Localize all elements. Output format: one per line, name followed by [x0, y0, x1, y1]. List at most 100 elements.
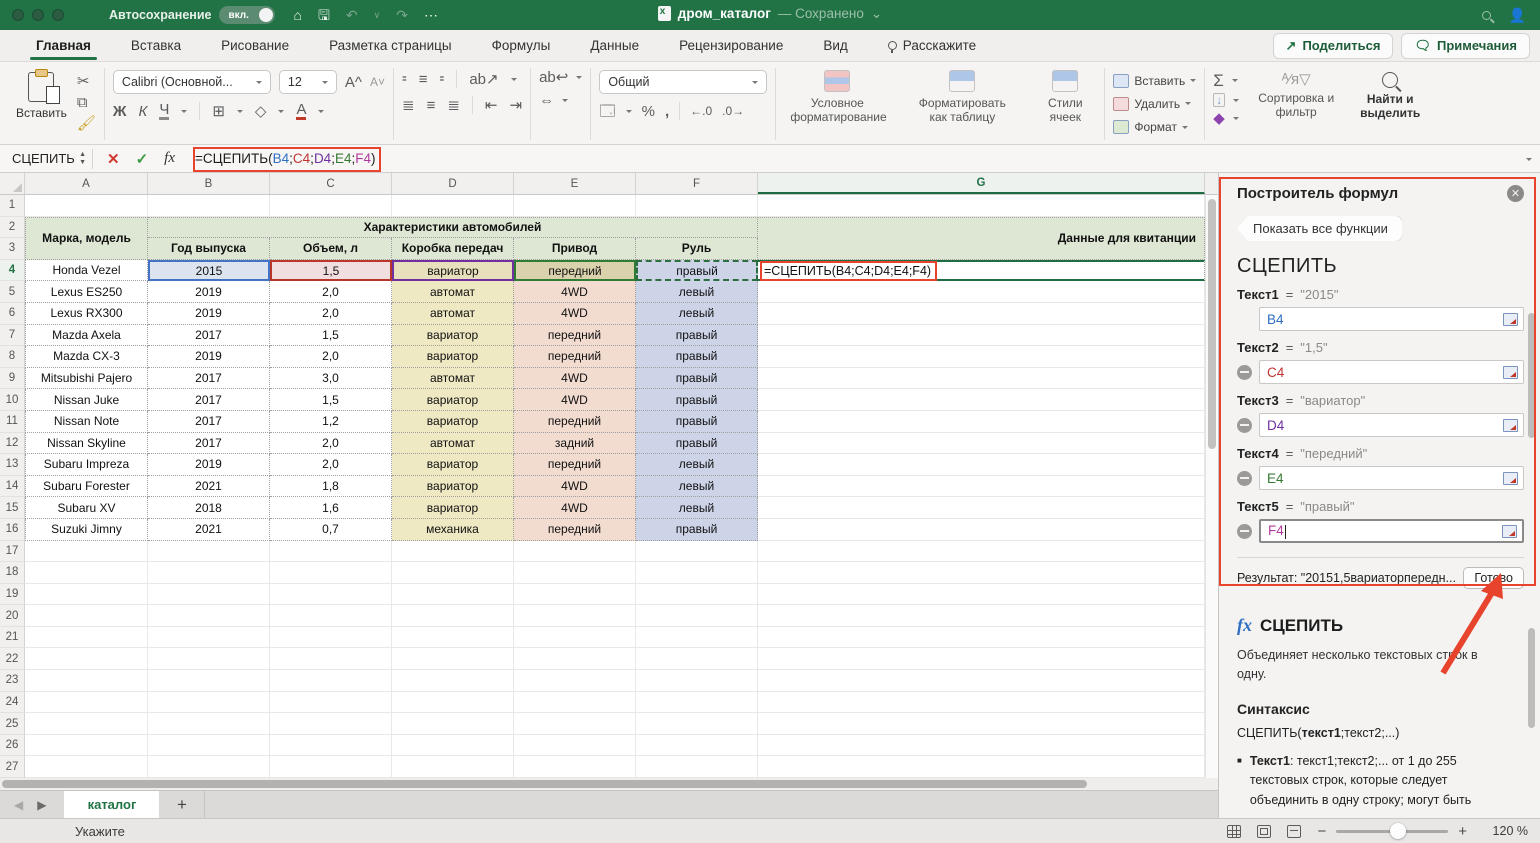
cell-G6[interactable]: [758, 303, 1205, 325]
cell-E20[interactable]: [514, 605, 636, 627]
cell-E7[interactable]: передний: [514, 325, 636, 347]
cell-B25[interactable]: [148, 713, 270, 735]
cell-C23[interactable]: [270, 670, 392, 692]
align-left-icon[interactable]: ≣: [402, 98, 415, 113]
cell-D13[interactable]: вариатор: [392, 454, 514, 476]
cell-G14[interactable]: [758, 476, 1205, 498]
cell-F10[interactable]: правый: [636, 389, 758, 411]
cell-F21[interactable]: [636, 627, 758, 649]
row-header-14[interactable]: 14: [0, 476, 25, 498]
column-header-B[interactable]: B: [148, 173, 270, 194]
row-header-27[interactable]: 27: [0, 756, 25, 778]
chevron-down-icon[interactable]: [237, 110, 243, 116]
orientation-icon[interactable]: ab↗: [469, 72, 498, 87]
cell-F14[interactable]: левый: [636, 476, 758, 498]
range-picker-icon[interactable]: [1503, 313, 1518, 326]
cell-C10[interactable]: 1,5: [270, 389, 392, 411]
cell-E24[interactable]: [514, 692, 636, 714]
cell-A12[interactable]: Nissan Skyline: [25, 433, 148, 455]
row-header-7[interactable]: 7: [0, 325, 25, 347]
row-header-18[interactable]: 18: [0, 562, 25, 584]
cell-B4[interactable]: 2015: [148, 260, 270, 282]
cell-A4[interactable]: Honda Vezel: [25, 260, 148, 282]
cell-C27[interactable]: [270, 756, 392, 778]
cell-A24[interactable]: [25, 692, 148, 714]
column-header-A[interactable]: A: [25, 173, 148, 194]
show-all-functions-button[interactable]: Показать все функции: [1237, 216, 1402, 241]
find-select-button[interactable]: Найти и выделить: [1353, 72, 1427, 121]
cell-F26[interactable]: [636, 735, 758, 757]
chevron-down-icon[interactable]: [181, 110, 187, 116]
cell-F27[interactable]: [636, 756, 758, 778]
fill-down-icon[interactable]: ↓: [1213, 93, 1225, 107]
cell-D4[interactable]: вариатор: [392, 260, 514, 282]
row-header-2[interactable]: 2: [0, 217, 25, 239]
cell-D26[interactable]: [392, 735, 514, 757]
cell-E16[interactable]: передний: [514, 519, 636, 541]
cell-F19[interactable]: [636, 584, 758, 606]
cell-C13[interactable]: 2,0: [270, 454, 392, 476]
font-name-select[interactable]: Calibri (Основной...: [113, 70, 271, 94]
expand-formula-bar-icon[interactable]: [1526, 158, 1532, 164]
cell-D7[interactable]: вариатор: [392, 325, 514, 347]
conditional-formatting-button[interactable]: Условное форматирование: [784, 70, 890, 125]
comments-button[interactable]: 🗨 Примечания: [1401, 33, 1530, 59]
merge-center-icon[interactable]: ⇔: [539, 93, 554, 108]
cell-E14[interactable]: 4WD: [514, 476, 636, 498]
panel-scrollbar-thumb[interactable]: [1528, 628, 1535, 728]
borders-icon[interactable]: ⊞: [212, 104, 225, 119]
cell-E23[interactable]: [514, 670, 636, 692]
header-cell-D3[interactable]: Коробка передач: [392, 238, 514, 260]
arg-input-E4[interactable]: E4: [1259, 466, 1524, 490]
column-header-C[interactable]: C: [270, 173, 392, 194]
number-format-select[interactable]: Общий: [599, 70, 767, 94]
cell-F5[interactable]: левый: [636, 281, 758, 303]
row-header-24[interactable]: 24: [0, 692, 25, 714]
cell-E13[interactable]: передний: [514, 454, 636, 476]
insert-cells-button[interactable]: Вставить: [1113, 70, 1196, 91]
align-middle-icon[interactable]: ≡: [419, 72, 428, 87]
cell-A5[interactable]: Lexus ES250: [25, 281, 148, 303]
cell-D12[interactable]: автомат: [392, 433, 514, 455]
cell-F22[interactable]: [636, 648, 758, 670]
cell-C12[interactable]: 2,0: [270, 433, 392, 455]
tab-4[interactable]: Разметка страницы: [309, 32, 471, 60]
cell-F23[interactable]: [636, 670, 758, 692]
cell-B9[interactable]: 2017: [148, 368, 270, 390]
row-header-17[interactable]: 17: [0, 541, 25, 563]
tab-2[interactable]: Вставка: [111, 32, 201, 60]
cell-F16[interactable]: правый: [636, 519, 758, 541]
paste-button[interactable]: Вставить: [16, 72, 67, 138]
cell-C4[interactable]: 1,5: [270, 260, 392, 282]
cell-B5[interactable]: 2019: [148, 281, 270, 303]
remove-argument-icon[interactable]: [1237, 471, 1252, 486]
cell-E10[interactable]: 4WD: [514, 389, 636, 411]
cell-C11[interactable]: 1,2: [270, 411, 392, 433]
cell-B7[interactable]: 2017: [148, 325, 270, 347]
italic-icon[interactable]: К: [138, 104, 147, 119]
header-cell-F3[interactable]: Руль: [636, 238, 758, 260]
title-chevron-icon[interactable]: ⌄: [871, 6, 882, 22]
cell-F13[interactable]: левый: [636, 454, 758, 476]
cell-D14[interactable]: вариатор: [392, 476, 514, 498]
remove-argument-icon[interactable]: [1237, 418, 1252, 433]
add-sheet-button[interactable]: +: [159, 791, 205, 818]
cell-D25[interactable]: [392, 713, 514, 735]
cell-B19[interactable]: [148, 584, 270, 606]
cell-D8[interactable]: вариатор: [392, 346, 514, 368]
cell-B22[interactable]: [148, 648, 270, 670]
cell-A25[interactable]: [25, 713, 148, 735]
arg-input-D4[interactable]: D4: [1259, 413, 1524, 437]
range-picker-icon[interactable]: [1502, 525, 1517, 538]
row-header-16[interactable]: 16: [0, 519, 25, 541]
cell-E12[interactable]: задний: [514, 433, 636, 455]
row-header-21[interactable]: 21: [0, 627, 25, 649]
zoom-slider-knob[interactable]: [1390, 823, 1406, 839]
row-header-22[interactable]: 22: [0, 648, 25, 670]
cell-C5[interactable]: 2,0: [270, 281, 392, 303]
cell-G19[interactable]: [758, 584, 1205, 606]
cell-G21[interactable]: [758, 627, 1205, 649]
cell-G7[interactable]: [758, 325, 1205, 347]
chevron-down-icon[interactable]: [562, 99, 568, 105]
chevron-down-icon[interactable]: [511, 78, 517, 84]
